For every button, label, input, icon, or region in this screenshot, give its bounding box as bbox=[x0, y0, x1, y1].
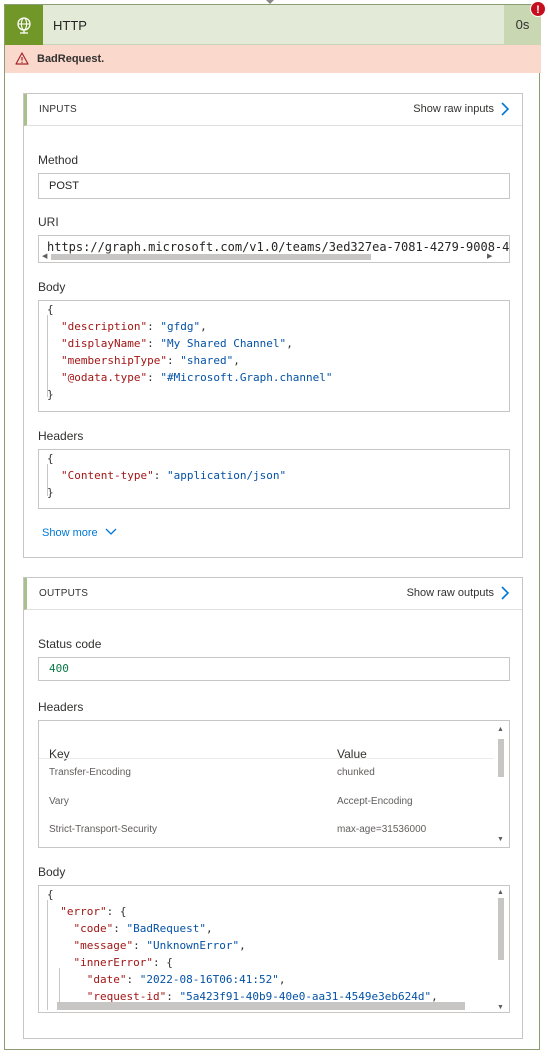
scroll-up-arrow[interactable]: ▲ bbox=[497, 726, 504, 734]
outputs-header: OUTPUTS Show raw outputs bbox=[24, 578, 522, 610]
output-body-label: Body bbox=[38, 865, 66, 879]
globe-icon bbox=[5, 5, 43, 45]
output-headers-label: Headers bbox=[38, 700, 84, 714]
code-line: { bbox=[47, 303, 54, 316]
headers-label: Headers bbox=[38, 429, 84, 443]
output-body-code-box: { "error": { "code": "BadRequest", "mess… bbox=[38, 885, 510, 1013]
code-line: "code": "BadRequest", bbox=[73, 922, 213, 935]
table-cell-value: max-age=31536000 bbox=[337, 824, 427, 835]
output-headers-table: Key Value Transfer-Encoding chunked Vary… bbox=[38, 720, 510, 848]
uri-value: https://graph.microsoft.com/v1.0/teams/3… bbox=[47, 240, 510, 254]
body-label: Body bbox=[38, 280, 66, 294]
scroll-left-arrow[interactable]: ◀ bbox=[42, 253, 47, 261]
scroll-down-arrow[interactable]: ▼ bbox=[497, 836, 504, 844]
show-more-link[interactable]: Show more bbox=[42, 527, 117, 539]
action-title: HTTP bbox=[53, 18, 87, 33]
code-line: "description": "gfdg", bbox=[61, 320, 207, 333]
error-bar: BadRequest. bbox=[5, 45, 541, 73]
uri-field[interactable]: https://graph.microsoft.com/v1.0/teams/3… bbox=[38, 235, 510, 263]
table-cell-key: Strict-Transport-Security bbox=[49, 824, 157, 835]
warning-triangle-icon bbox=[15, 52, 29, 68]
body-vertical-scrollbar[interactable] bbox=[498, 898, 504, 960]
fold-guide bbox=[47, 315, 48, 397]
table-cell-key: Vary bbox=[49, 796, 69, 807]
body-horizontal-scrollbar[interactable] bbox=[57, 1002, 465, 1010]
table-cell-value: Accept-Encoding bbox=[337, 796, 413, 807]
code-line: { bbox=[47, 888, 54, 901]
chevron-right-icon[interactable] bbox=[500, 102, 510, 119]
header-divider bbox=[39, 758, 494, 759]
error-status-badge: ! bbox=[530, 1, 546, 17]
code-line: "innerError": { bbox=[73, 956, 173, 969]
error-message: BadRequest. bbox=[37, 53, 105, 65]
scroll-down-arrow[interactable]: ▼ bbox=[497, 1004, 504, 1012]
code-line: } bbox=[47, 486, 54, 499]
status-code-value: 400 bbox=[49, 662, 69, 675]
outputs-section: OUTPUTS Show raw outputs Status code 400… bbox=[23, 577, 523, 1039]
uri-scrollbar[interactable] bbox=[51, 254, 371, 260]
code-line: { bbox=[47, 452, 54, 465]
table-cell-value: chunked bbox=[337, 767, 375, 778]
scroll-up-arrow[interactable]: ▲ bbox=[497, 889, 504, 897]
code-line: "Content-type": "application/json" bbox=[61, 469, 287, 482]
inputs-title: INPUTS bbox=[39, 104, 77, 115]
code-line: "@odata.type": "#Microsoft.Graph.channel… bbox=[61, 371, 333, 384]
inputs-header: INPUTS Show raw inputs bbox=[24, 94, 522, 126]
show-raw-inputs-link[interactable]: Show raw inputs bbox=[413, 103, 494, 115]
body-code-box: { "description": "gfdg", "displayName": … bbox=[38, 300, 510, 412]
code-line: } bbox=[47, 388, 54, 401]
uri-label: URI bbox=[38, 215, 59, 229]
http-action-card: HTTP 0s ! BadRequest. INPUTS Show raw in… bbox=[4, 1, 546, 1050]
method-value: POST bbox=[49, 180, 79, 192]
chevron-down-icon bbox=[105, 528, 117, 535]
method-label: Method bbox=[38, 153, 79, 167]
status-code-label: Status code bbox=[38, 637, 102, 651]
code-line: "error": { bbox=[60, 905, 127, 918]
headers-scrollbar[interactable] bbox=[498, 739, 504, 777]
headers-code-box: { "Content-type": "application/json" } bbox=[38, 449, 510, 509]
action-header[interactable]: HTTP 0s bbox=[5, 5, 541, 45]
outputs-title: OUTPUTS bbox=[39, 588, 89, 599]
status-code-field: 400 bbox=[38, 657, 510, 681]
table-cell-key: Transfer-Encoding bbox=[49, 767, 131, 778]
code-line: "membershipType": "shared", bbox=[61, 354, 240, 367]
code-line: "message": "UnknownError", bbox=[73, 939, 246, 952]
chevron-right-icon[interactable] bbox=[500, 586, 510, 603]
method-field: POST bbox=[38, 173, 510, 199]
code-line: "date": "2022-08-16T06:41:52", bbox=[86, 973, 286, 986]
code-line: "displayName": "My Shared Channel", bbox=[61, 337, 293, 350]
show-raw-outputs-link[interactable]: Show raw outputs bbox=[407, 587, 494, 599]
inputs-section: INPUTS Show raw inputs Method POST URI h… bbox=[23, 93, 523, 558]
scroll-right-arrow[interactable]: ▶ bbox=[487, 253, 492, 261]
